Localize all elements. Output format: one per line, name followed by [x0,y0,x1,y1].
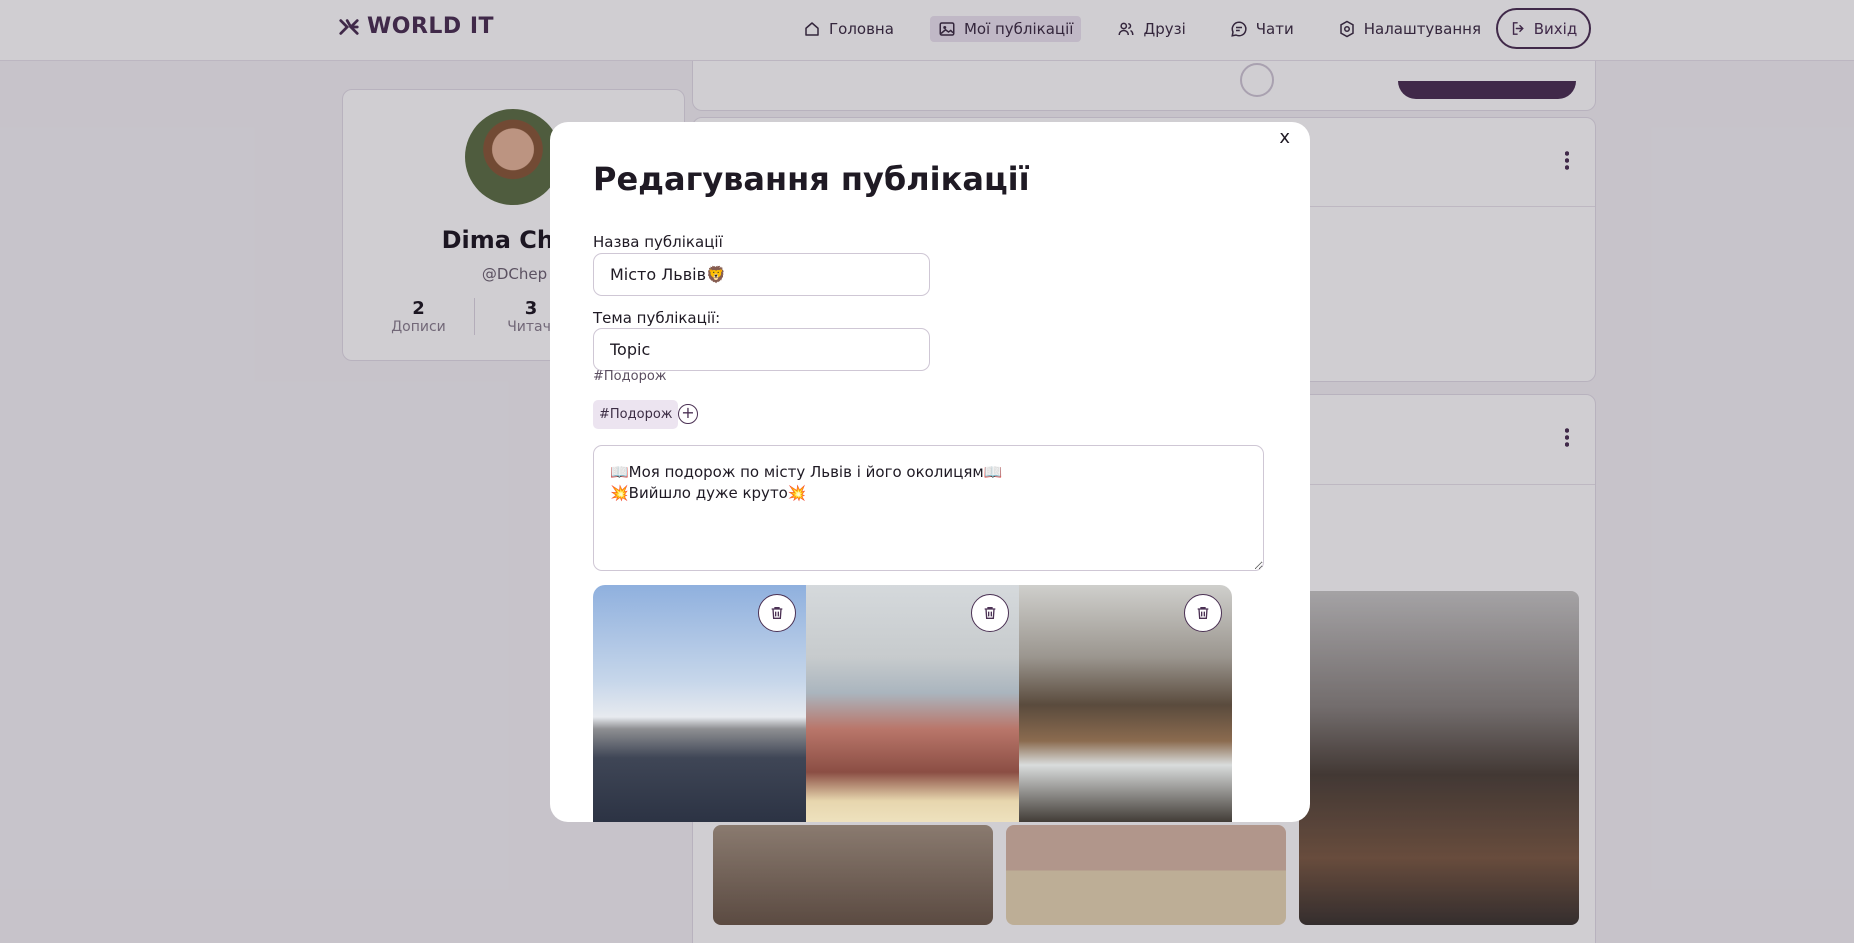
delete-image-button[interactable] [758,594,796,632]
delete-image-button[interactable] [1184,594,1222,632]
tag-chip[interactable]: #Подорож [593,400,679,429]
image-thumbnail[interactable] [806,585,1019,822]
close-button[interactable]: x [1279,127,1290,148]
post-topic-label: Тема публікації: [593,309,721,327]
trash-icon [984,607,996,619]
image-thumbnail[interactable] [1019,585,1232,822]
topic-suggestion[interactable]: #Подорож [593,369,666,384]
delete-image-button[interactable] [971,594,1009,632]
edit-post-modal: x Редагування публікації Назва публікаці… [550,122,1310,822]
modal-title: Редагування публікації [593,160,1030,198]
post-topic-input[interactable] [593,328,930,371]
trash-icon [771,607,783,619]
post-name-input[interactable] [593,253,930,296]
add-tag-icon[interactable]: + [678,404,698,424]
image-gallery [593,585,1232,822]
post-name-label: Назва публікації [593,233,723,251]
post-text-area[interactable]: 📖Моя подорож по місту Львів і його околи… [593,445,1264,571]
trash-icon [1197,607,1209,619]
image-thumbnail[interactable] [593,585,806,822]
